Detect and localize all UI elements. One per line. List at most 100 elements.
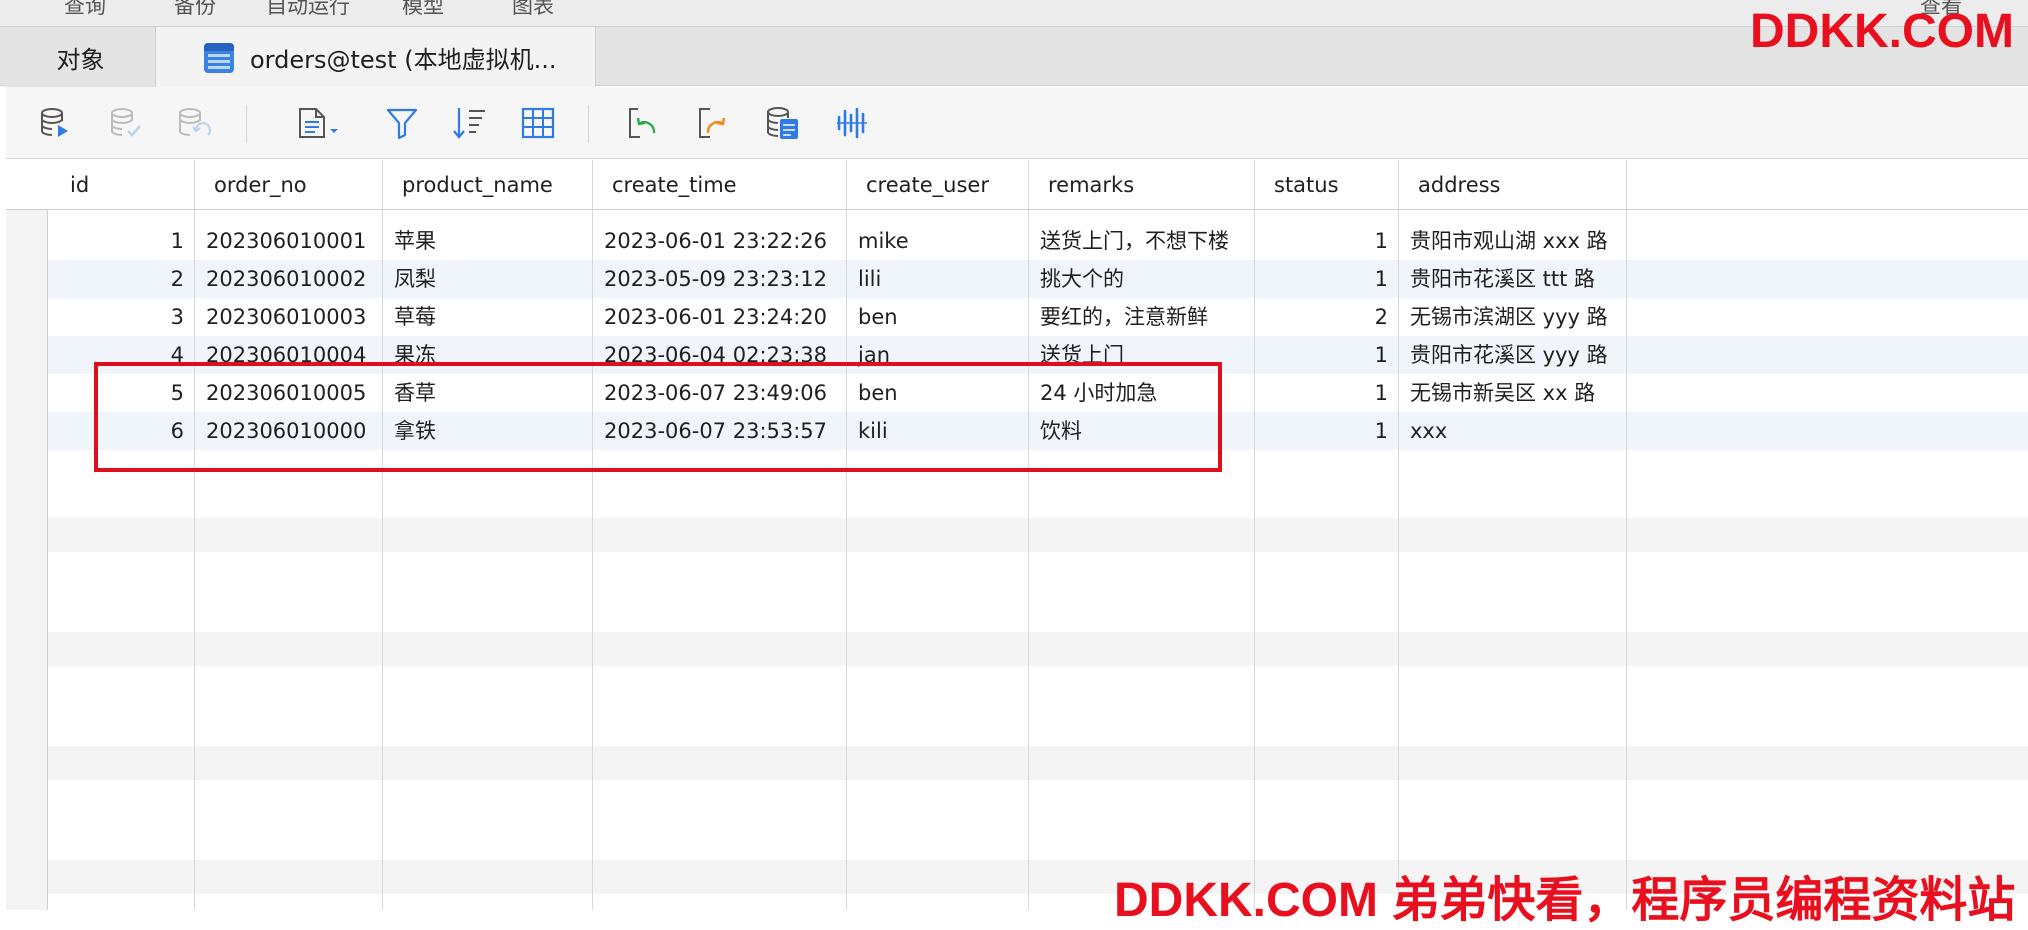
tab-objects-label: 对象: [56, 45, 105, 74]
menu-chart[interactable]: 图表: [512, 0, 554, 20]
cell-product-name[interactable]: 苹果: [382, 222, 592, 260]
column-divider[interactable]: [1626, 160, 1627, 910]
header-create-time[interactable]: create_time: [600, 160, 737, 210]
header-create-user[interactable]: create_user: [854, 160, 989, 210]
cell-product-name[interactable]: 果冻: [382, 336, 592, 374]
column-divider[interactable]: [1254, 160, 1255, 910]
cell-address[interactable]: 贵阳市花溪区 ttt 路: [1398, 260, 1626, 298]
cell-order-no[interactable]: 202306010005: [194, 374, 382, 412]
cell-status[interactable]: 1: [1254, 374, 1398, 412]
cell-id[interactable]: 4: [48, 336, 194, 374]
column-divider[interactable]: [1028, 160, 1029, 910]
menu-model[interactable]: 模型: [402, 0, 444, 20]
column-divider[interactable]: [846, 160, 847, 910]
cell-order-no[interactable]: 202306010003: [194, 298, 382, 336]
menu-query[interactable]: 查询: [64, 0, 106, 20]
cell-remarks[interactable]: 挑大个的: [1028, 260, 1254, 298]
toolbar: [6, 87, 2028, 159]
export-icon[interactable]: [692, 103, 732, 143]
cell-create-user[interactable]: ben: [846, 374, 1028, 412]
cell-remarks[interactable]: 送货上门，不想下楼: [1028, 222, 1254, 260]
top-menu-strip: 查询 备份 自动运行 模型 图表 查看: [0, 0, 2028, 26]
header-address[interactable]: address: [1406, 160, 1501, 210]
menu-automation[interactable]: 自动运行: [266, 0, 350, 20]
cell-id[interactable]: 2: [48, 260, 194, 298]
column-divider[interactable]: [194, 160, 195, 910]
cell-product-name[interactable]: 拿铁: [382, 412, 592, 450]
cell-address[interactable]: 无锡市新吴区 xx 路: [1398, 374, 1626, 412]
cell-remarks[interactable]: 饮料: [1028, 412, 1254, 450]
cell-create-time[interactable]: 2023-05-09 23:23:12: [592, 260, 846, 298]
table-row[interactable]: 3 202306010003 草莓 2023-06-01 23:24:20 ben 要红的…: [48, 298, 2028, 336]
cell-create-time[interactable]: 2023-06-04 02:23:38: [592, 336, 846, 374]
import-icon[interactable]: [622, 103, 662, 143]
column-divider[interactable]: [382, 160, 383, 910]
cell-order-no[interactable]: 202306010001: [194, 222, 382, 260]
cell-status[interactable]: 1: [1254, 412, 1398, 450]
cell-create-user[interactable]: mike: [846, 222, 1028, 260]
header-order-no[interactable]: order_no: [202, 160, 307, 210]
cell-address[interactable]: 贵阳市观山湖 xxx 路: [1398, 222, 1626, 260]
header-id[interactable]: id: [58, 160, 89, 210]
cell-product-name[interactable]: 香草: [382, 374, 592, 412]
cell-create-time[interactable]: 2023-06-01 23:22:26: [592, 222, 846, 260]
empty-row: [48, 518, 2028, 552]
tab-orders-table[interactable]: orders@test (本地虚拟机...: [156, 27, 596, 88]
cell-address[interactable]: 贵阳市花溪区 yyy 路: [1398, 336, 1626, 374]
tab-bar: 对象 orders@test (本地虚拟机...: [0, 26, 2028, 88]
menu-backup[interactable]: 备份: [174, 0, 216, 20]
cell-remarks[interactable]: 送货上门: [1028, 336, 1254, 374]
empty-row: [48, 746, 2028, 780]
profile-chart-icon[interactable]: [832, 103, 872, 143]
cell-status[interactable]: 1: [1254, 260, 1398, 298]
add-record-icon[interactable]: [36, 103, 76, 143]
table-row[interactable]: 2 202306010002 凤梨 2023-05-09 23:23:12 lili 挑大…: [48, 260, 2028, 298]
cell-order-no[interactable]: 202306010004: [194, 336, 382, 374]
cell-product-name[interactable]: 草莓: [382, 298, 592, 336]
grid-header: id order_no product_name create_time cre…: [6, 160, 2028, 210]
cell-create-user[interactable]: jan: [846, 336, 1028, 374]
header-status[interactable]: status: [1262, 160, 1339, 210]
cell-id[interactable]: 6: [48, 412, 194, 450]
row-gutter: [6, 160, 48, 910]
cell-create-time[interactable]: 2023-06-01 23:24:20: [592, 298, 846, 336]
data-grid: id order_no product_name create_time cre…: [6, 160, 2028, 910]
column-divider[interactable]: [1398, 160, 1399, 910]
text-view-icon[interactable]: [292, 103, 346, 143]
cell-address[interactable]: 无锡市滨湖区 yyy 路: [1398, 298, 1626, 336]
cell-order-no[interactable]: 202306010002: [194, 260, 382, 298]
table-row[interactable]: 5 202306010005 香草 2023-06-07 23:49:06 ben 24 …: [48, 374, 2028, 412]
header-remarks[interactable]: remarks: [1036, 160, 1134, 210]
cell-id[interactable]: 1: [48, 222, 194, 260]
sort-icon[interactable]: [450, 103, 490, 143]
cell-address[interactable]: xxx: [1398, 412, 1626, 450]
table-row[interactable]: 6 202306010000 拿铁 2023-06-07 23:53:57 kili 饮料…: [48, 412, 2028, 450]
watermark-top: DDKK.COM: [1750, 5, 2014, 58]
cell-status[interactable]: 1: [1254, 336, 1398, 374]
table-row[interactable]: 4 202306010004 果冻 2023-06-04 02:23:38 jan 送货上…: [48, 336, 2028, 374]
cell-product-name[interactable]: 凤梨: [382, 260, 592, 298]
column-divider[interactable]: [592, 160, 593, 910]
grid-view-icon[interactable]: [518, 103, 558, 143]
cell-create-user[interactable]: lili: [846, 260, 1028, 298]
cell-id[interactable]: 3: [48, 298, 194, 336]
header-product-name[interactable]: product_name: [390, 160, 553, 210]
cell-order-no[interactable]: 202306010000: [194, 412, 382, 450]
cell-create-time[interactable]: 2023-06-07 23:49:06: [592, 374, 846, 412]
table-row[interactable]: 1 202306010001 苹果 2023-06-01 23:22:26 mike 送货…: [48, 222, 2028, 260]
apply-changes-icon[interactable]: [106, 103, 146, 143]
tab-objects[interactable]: 对象: [6, 27, 156, 87]
toolbar-separator: [246, 105, 247, 143]
cell-create-time[interactable]: 2023-06-07 23:53:57: [592, 412, 846, 450]
cell-status[interactable]: 1: [1254, 222, 1398, 260]
cell-remarks[interactable]: 24 小时加急: [1028, 374, 1254, 412]
discard-changes-icon[interactable]: [174, 103, 214, 143]
filter-icon[interactable]: [382, 103, 422, 143]
cell-status[interactable]: 2: [1254, 298, 1398, 336]
cell-id[interactable]: 5: [48, 374, 194, 412]
cell-create-user[interactable]: kili: [846, 412, 1028, 450]
toolbar-separator: [588, 105, 589, 143]
cell-create-user[interactable]: ben: [846, 298, 1028, 336]
data-generation-icon[interactable]: [762, 103, 802, 143]
cell-remarks[interactable]: 要红的，注意新鲜: [1028, 298, 1254, 336]
